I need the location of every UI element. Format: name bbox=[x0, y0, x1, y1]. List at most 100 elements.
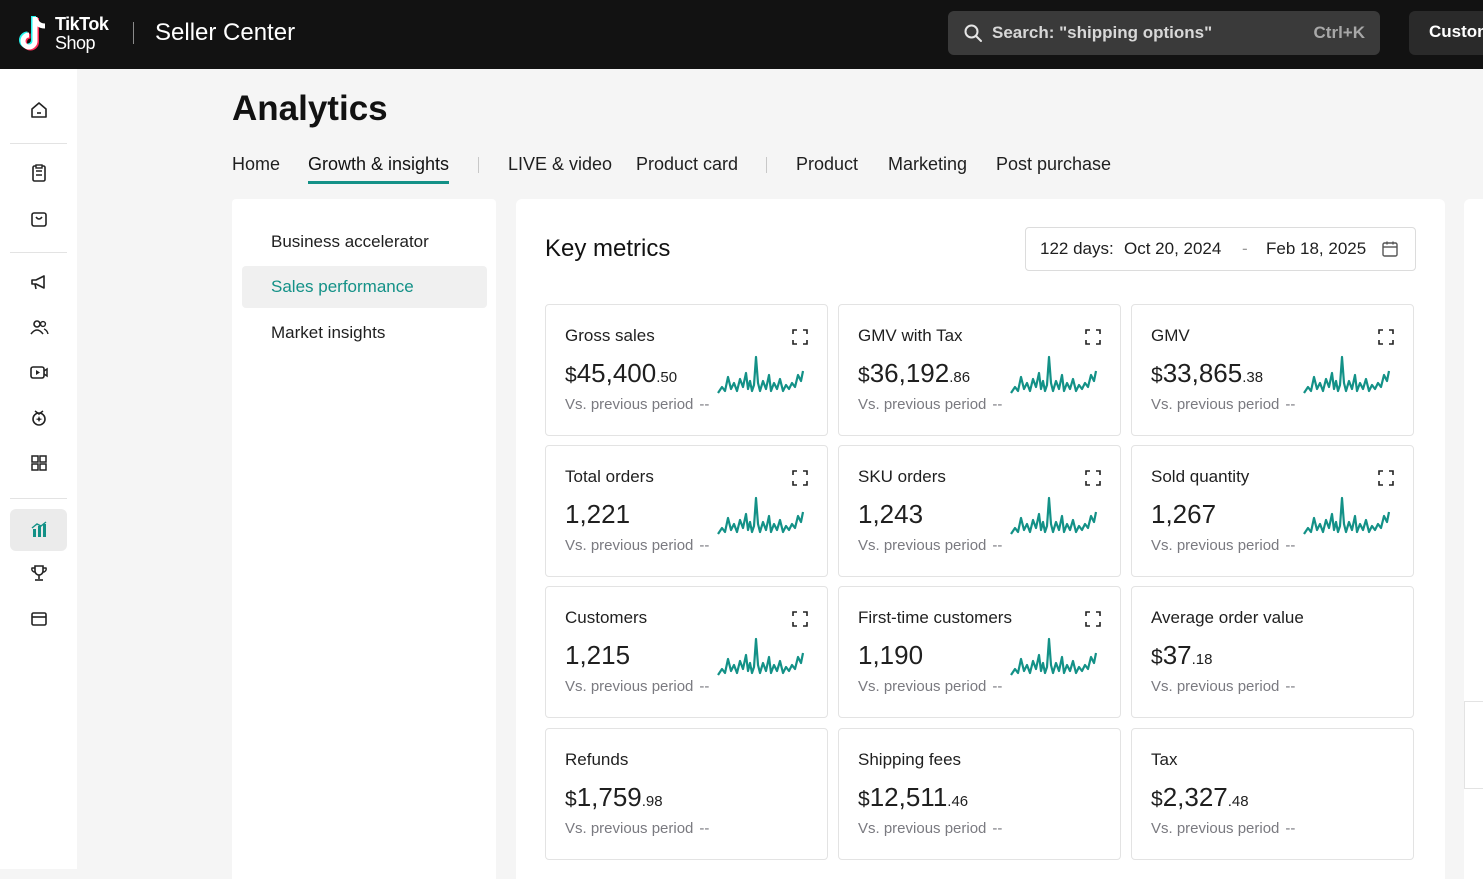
compare-value: -- bbox=[699, 820, 710, 837]
tiktok-shop-logo[interactable]: TikTok Shop bbox=[18, 13, 118, 55]
metric-title: First-time customers bbox=[858, 608, 1012, 627]
metric-value: 1,190 bbox=[858, 640, 923, 671]
nav-rewards[interactable] bbox=[10, 552, 67, 594]
metric-compare: Vs. previous period -- bbox=[858, 396, 1002, 413]
metric-value-decimal: .98 bbox=[641, 793, 663, 810]
compare-label: Vs. previous period bbox=[1151, 537, 1280, 554]
metric-card[interactable]: Sold quantity 1,267 Vs. previous period -- bbox=[1131, 445, 1414, 577]
tab-product[interactable]: Product bbox=[796, 154, 858, 175]
expand-icon[interactable] bbox=[1085, 329, 1101, 345]
metric-card[interactable]: First-time customers 1,190 Vs. previous pe… bbox=[838, 586, 1121, 718]
metric-value-decimal: .18 bbox=[1191, 651, 1213, 668]
nav-products[interactable] bbox=[10, 198, 67, 240]
compare-label: Vs. previous period bbox=[858, 537, 987, 554]
subnav-business-accelerator[interactable]: Business accelerator bbox=[242, 221, 487, 263]
compare-label: Vs. previous period bbox=[1151, 820, 1280, 837]
expand-icon[interactable] bbox=[792, 470, 808, 486]
subnav-sales-performance[interactable]: Sales performance bbox=[242, 266, 487, 308]
nav-marketing[interactable] bbox=[10, 261, 67, 303]
metric-sparkline bbox=[1303, 355, 1391, 394]
metric-card[interactable]: Refunds $1,759.98 Vs. previous period -- bbox=[545, 728, 828, 860]
expand-icon[interactable] bbox=[1085, 611, 1101, 627]
divider bbox=[133, 22, 134, 44]
metric-compare: Vs. previous period -- bbox=[858, 537, 1002, 554]
tab-divider bbox=[478, 157, 479, 173]
nav-orders[interactable] bbox=[10, 152, 67, 194]
customer-button[interactable]: Custom bbox=[1409, 11, 1483, 55]
nav-apps[interactable] bbox=[10, 442, 67, 484]
metric-title: Gross sales bbox=[565, 326, 655, 345]
home-icon bbox=[30, 102, 47, 118]
date-range-days: 122 days: bbox=[1040, 239, 1114, 258]
metric-currency: $ bbox=[1151, 646, 1163, 669]
search-input[interactable] bbox=[992, 11, 1302, 55]
tab-marketing[interactable]: Marketing bbox=[888, 154, 967, 175]
metric-card[interactable]: Customers 1,215 Vs. previous period -- bbox=[545, 586, 828, 718]
compare-value: -- bbox=[699, 678, 710, 695]
tab-product-card[interactable]: Product card bbox=[636, 154, 738, 175]
apps-icon bbox=[30, 455, 47, 471]
metric-value-integer: 2,327 bbox=[1162, 782, 1228, 812]
metric-card[interactable]: Average order value $37.18 Vs. previous pe… bbox=[1131, 586, 1414, 718]
metric-sparkline bbox=[717, 355, 805, 394]
expand-icon[interactable] bbox=[1378, 329, 1394, 345]
metric-title: Shipping fees bbox=[858, 750, 962, 769]
video-icon bbox=[29, 366, 48, 379]
metric-card[interactable]: Tax $2,327.48 Vs. previous period -- bbox=[1131, 728, 1414, 860]
metric-card[interactable]: Gross sales $45,400.50 Vs. previous period… bbox=[545, 304, 828, 436]
tab-growth-insights[interactable]: Growth & insights bbox=[308, 154, 449, 175]
metric-card[interactable]: GMV with Tax $36,192.86 Vs. previous perio… bbox=[838, 304, 1121, 436]
compare-label: Vs. previous period bbox=[858, 678, 987, 695]
trophy-icon bbox=[30, 565, 47, 581]
metric-value: $1,759.98 bbox=[565, 782, 663, 813]
nav-home[interactable] bbox=[10, 89, 67, 131]
growth-icon bbox=[31, 410, 46, 426]
metric-value-decimal: .46 bbox=[947, 793, 969, 810]
divider bbox=[10, 252, 67, 253]
metric-card[interactable]: Shipping fees $12,511.46 Vs. previous peri… bbox=[838, 728, 1121, 860]
search-box[interactable]: Ctrl+K bbox=[948, 11, 1380, 55]
expand-icon[interactable] bbox=[1378, 470, 1394, 486]
metric-card[interactable]: SKU orders 1,243 Vs. previous period -- bbox=[838, 445, 1121, 577]
top-bar: TikTok Shop Seller Center Ctrl+K Custom bbox=[0, 0, 1483, 69]
metric-value-integer: 37 bbox=[1162, 640, 1192, 670]
metric-sparkline bbox=[1010, 496, 1098, 535]
nav-video[interactable] bbox=[10, 351, 67, 393]
search-shortcut: Ctrl+K bbox=[1313, 23, 1365, 42]
metric-title: Refunds bbox=[565, 750, 629, 769]
tiktok-logo-icon bbox=[19, 16, 46, 51]
metric-value-integer: 1,759 bbox=[576, 782, 642, 812]
compare-value: -- bbox=[992, 396, 1003, 413]
date-start: Oct 20, 2024 bbox=[1124, 239, 1222, 258]
nav-affiliates[interactable] bbox=[10, 306, 67, 348]
tab-post-purchase[interactable]: Post purchase bbox=[996, 154, 1111, 175]
nav-finance[interactable] bbox=[10, 598, 67, 640]
metric-sparkline bbox=[717, 637, 805, 676]
date-end: Feb 18, 2025 bbox=[1266, 239, 1367, 258]
metric-currency: $ bbox=[1151, 788, 1163, 811]
metric-compare: Vs. previous period -- bbox=[1151, 537, 1295, 554]
tab-live-video[interactable]: LIVE & video bbox=[508, 154, 612, 175]
app-title: Seller Center bbox=[155, 19, 296, 46]
compare-value: -- bbox=[1285, 678, 1296, 695]
metric-card[interactable]: Total orders 1,221 Vs. previous period -- bbox=[545, 445, 828, 577]
compare-label: Vs. previous period bbox=[1151, 678, 1280, 695]
date-range-picker[interactable]: 122 days: Oct 20, 2024 - Feb 18, 2025 bbox=[1025, 227, 1416, 271]
page-title: Analytics bbox=[232, 89, 388, 128]
expand-icon[interactable] bbox=[792, 611, 808, 627]
metric-card[interactable]: GMV $33,865.38 Vs. previous period -- bbox=[1131, 304, 1414, 436]
nav-growth[interactable] bbox=[10, 397, 67, 439]
metric-value-integer: 1,221 bbox=[565, 499, 631, 529]
nav-analytics[interactable] bbox=[10, 509, 67, 551]
metric-currency: $ bbox=[858, 788, 870, 811]
right-panel-edge bbox=[1464, 199, 1483, 879]
expand-icon[interactable] bbox=[1085, 470, 1101, 486]
subnav-market-insights[interactable]: Market insights bbox=[242, 312, 487, 354]
metric-currency: $ bbox=[1151, 364, 1163, 387]
tab-divider bbox=[766, 157, 767, 173]
expand-icon[interactable] bbox=[792, 329, 808, 345]
metric-value-decimal: .50 bbox=[656, 369, 678, 386]
metric-value: 1,267 bbox=[1151, 499, 1216, 530]
tab-home[interactable]: Home bbox=[232, 154, 280, 175]
metric-currency: $ bbox=[565, 788, 577, 811]
